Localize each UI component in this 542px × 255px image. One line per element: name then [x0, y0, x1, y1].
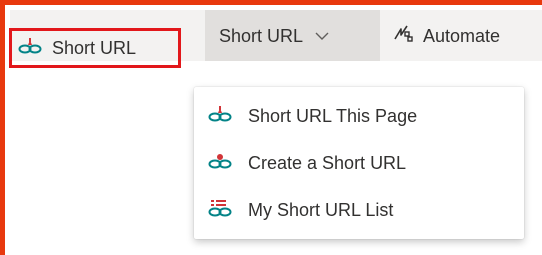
automate-label: Automate	[423, 25, 501, 46]
menu-item-my-short-url-list[interactable]: My Short URL List	[194, 187, 524, 233]
link-icon	[208, 152, 232, 175]
short-url-dropdown-button[interactable]: Short URL	[205, 10, 380, 61]
short-url-dropdown-menu: Short URL This Page Create a Short URL M…	[194, 87, 524, 239]
automate-button[interactable]: Automate	[385, 10, 542, 61]
chevron-down-icon	[315, 25, 329, 46]
link-icon	[208, 105, 232, 128]
menu-item-create-short-url[interactable]: Create a Short URL	[194, 140, 524, 186]
short-url-label: Short URL	[52, 38, 137, 58]
link-icon	[18, 37, 42, 60]
menu-item-label: My Short URL List	[248, 199, 394, 220]
link-list-icon	[208, 199, 232, 222]
automate-icon	[393, 23, 413, 48]
short-url-dropdown-label: Short URL	[219, 25, 304, 46]
menu-item-short-url-this-page[interactable]: Short URL This Page	[194, 93, 524, 139]
menu-item-label: Short URL This Page	[248, 105, 418, 126]
short-url-button[interactable]: Short URL	[9, 28, 181, 68]
menu-item-label: Create a Short URL	[248, 152, 407, 173]
